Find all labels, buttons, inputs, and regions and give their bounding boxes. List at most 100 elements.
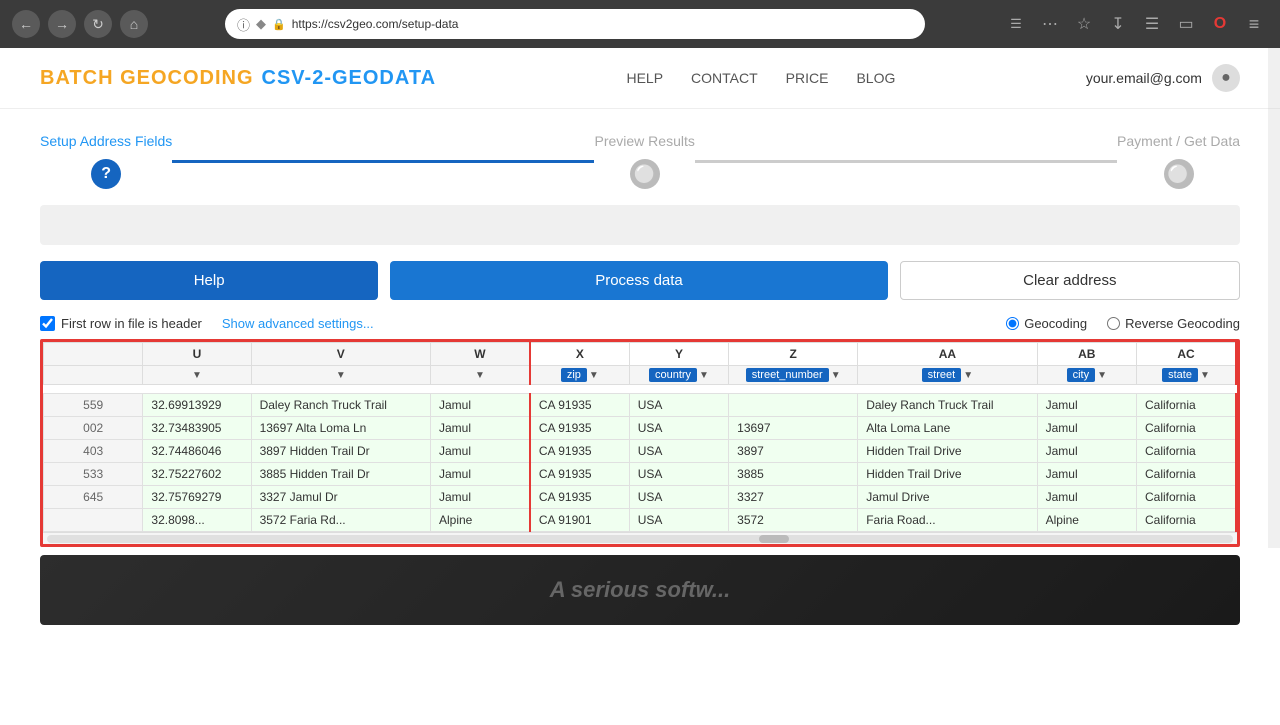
footer-ad: A serious softw...: [40, 555, 1240, 625]
sidebar-button[interactable]: ▭: [1172, 10, 1200, 38]
col-ac-header[interactable]: AC: [1136, 343, 1236, 366]
col-w-arrow[interactable]: ▼: [475, 370, 485, 381]
col-aa-dropdown[interactable]: street ▼: [858, 366, 1037, 385]
home-button[interactable]: ⌂: [120, 10, 148, 38]
header-checkbox-label[interactable]: First row in file is header: [40, 316, 202, 331]
cell-ac: California: [1136, 509, 1236, 532]
col-z-dropdown[interactable]: street_number ▼: [729, 366, 858, 385]
cell-v: 3897 Hidden Trail Dr: [251, 440, 430, 463]
col-z-arrow[interactable]: ▼: [831, 370, 841, 381]
cell-w: Jamul: [430, 417, 529, 440]
col-ab-arrow[interactable]: ▼: [1097, 370, 1107, 381]
cell-z: 3572: [729, 509, 858, 532]
cell-w: Jamul: [430, 394, 529, 417]
reverse-radio-text: Reverse Geocoding: [1125, 316, 1240, 331]
col-z-header[interactable]: Z: [729, 343, 858, 366]
step-1-node[interactable]: ?: [91, 159, 121, 189]
col-y-dropdown[interactable]: country ▼: [629, 366, 728, 385]
col-ac-arrow[interactable]: ▼: [1200, 370, 1210, 381]
forward-button[interactable]: →: [48, 10, 76, 38]
geocoding-radio[interactable]: [1006, 317, 1019, 330]
col-aa-badge[interactable]: street: [922, 368, 962, 382]
cell-ac: California: [1136, 417, 1236, 440]
bookmark-button[interactable]: ☆: [1070, 10, 1098, 38]
reverse-radio[interactable]: [1107, 317, 1120, 330]
step-2-node[interactable]: ⚪: [630, 159, 660, 189]
vertical-scrollbar[interactable]: [1268, 48, 1280, 548]
col-ab-dropdown[interactable]: city ▼: [1037, 366, 1136, 385]
geocoding-radio-label[interactable]: Geocoding: [1006, 316, 1087, 331]
back-button[interactable]: ←: [12, 10, 40, 38]
opera-button[interactable]: O: [1206, 10, 1234, 38]
col-v-header[interactable]: V: [251, 343, 430, 366]
col-v-dropdown[interactable]: ▼: [251, 366, 430, 385]
help-button[interactable]: Help: [40, 261, 378, 300]
nav-price[interactable]: PRICE: [786, 70, 829, 86]
col-u-header[interactable]: U: [143, 343, 251, 366]
col-v-arrow[interactable]: ▼: [336, 370, 346, 381]
cell-v: Daley Ranch Truck Trail: [251, 394, 430, 417]
reload-button[interactable]: ↻: [84, 10, 112, 38]
connector-1-2: [172, 160, 594, 163]
h-scrollbar-thumb[interactable]: [759, 535, 789, 543]
logo: BATCH GEOCODING CSV-2-GEODATA: [40, 67, 436, 90]
h-scrollbar-track[interactable]: [47, 535, 1233, 543]
more-button[interactable]: ⋯: [1036, 10, 1064, 38]
library-button[interactable]: ☰: [1138, 10, 1166, 38]
steps-section: Setup Address Fields ? Preview Results ⚪…: [0, 109, 1280, 189]
col-ac-dropdown[interactable]: state ▼: [1136, 366, 1236, 385]
cell-ac: California: [1136, 440, 1236, 463]
options-row: First row in file is header Show advance…: [40, 316, 1240, 331]
user-icon[interactable]: ●: [1212, 64, 1240, 92]
col-x-header[interactable]: X: [530, 343, 629, 366]
clear-button[interactable]: Clear address: [900, 261, 1240, 300]
header-checkbox-text: First row in file is header: [61, 316, 202, 331]
cell-y: USA: [629, 417, 728, 440]
cell-aa: Daley Ranch Truck Trail: [858, 394, 1037, 417]
col-y-badge[interactable]: country: [649, 368, 697, 382]
header-checkbox[interactable]: [40, 316, 55, 331]
cell-w: Jamul: [430, 463, 529, 486]
menu-button[interactable]: ≡: [1240, 10, 1268, 38]
step-1: Setup Address Fields ?: [40, 133, 172, 189]
download-button[interactable]: ↧: [1104, 10, 1132, 38]
info-icon: ⓘ: [237, 15, 250, 34]
nav-blog[interactable]: BLOG: [856, 70, 895, 86]
cell-x: CA 91935: [530, 440, 629, 463]
cell-ab: Jamul: [1037, 486, 1136, 509]
logo-csv-text: CSV-2-GEODATA: [262, 67, 437, 90]
cell-aa: Faria Road...: [858, 509, 1037, 532]
reader-view-button[interactable]: ☰: [1002, 10, 1030, 38]
col-y-arrow[interactable]: ▼: [699, 370, 709, 381]
cell-ab: Jamul: [1037, 440, 1136, 463]
col-ab-badge[interactable]: city: [1067, 368, 1096, 382]
col-ab-header[interactable]: AB: [1037, 343, 1136, 366]
cell-z: [729, 394, 858, 417]
col-z-badge[interactable]: street_number: [746, 368, 829, 382]
nav-help[interactable]: HELP: [626, 70, 663, 86]
col-w-dropdown[interactable]: ▼: [430, 366, 529, 385]
table-scroll-area[interactable]: U V W X Y Z AA AB AC: [43, 342, 1237, 532]
step-3-node[interactable]: ⚪: [1164, 159, 1194, 189]
col-x-dropdown[interactable]: zip ▼: [530, 366, 629, 385]
nav: HELP CONTACT PRICE BLOG: [626, 70, 895, 86]
address-bar[interactable]: ⓘ ◆ 🔒 https://csv2geo.com/setup-data: [225, 9, 925, 39]
col-x-arrow[interactable]: ▼: [589, 370, 599, 381]
col-u-dropdown[interactable]: ▼: [143, 366, 251, 385]
process-button[interactable]: Process data: [390, 261, 887, 300]
cell-w: Alpine: [430, 509, 529, 532]
advanced-settings-link[interactable]: Show advanced settings...: [222, 316, 374, 331]
col-u-arrow[interactable]: ▼: [192, 370, 202, 381]
connector-2-3: [695, 160, 1117, 163]
col-aa-arrow[interactable]: ▼: [963, 370, 973, 381]
col-y-header[interactable]: Y: [629, 343, 728, 366]
col-x-badge[interactable]: zip: [561, 368, 587, 382]
nav-contact[interactable]: CONTACT: [691, 70, 758, 86]
col-aa-header[interactable]: AA: [858, 343, 1037, 366]
col-w-header[interactable]: W: [430, 343, 529, 366]
cell-u: 32.75769279: [143, 486, 251, 509]
row-idx: 533: [44, 463, 143, 486]
col-ac-badge[interactable]: state: [1162, 368, 1198, 382]
reverse-radio-label[interactable]: Reverse Geocoding: [1107, 316, 1240, 331]
geocoding-options: Geocoding Reverse Geocoding: [1006, 316, 1240, 331]
